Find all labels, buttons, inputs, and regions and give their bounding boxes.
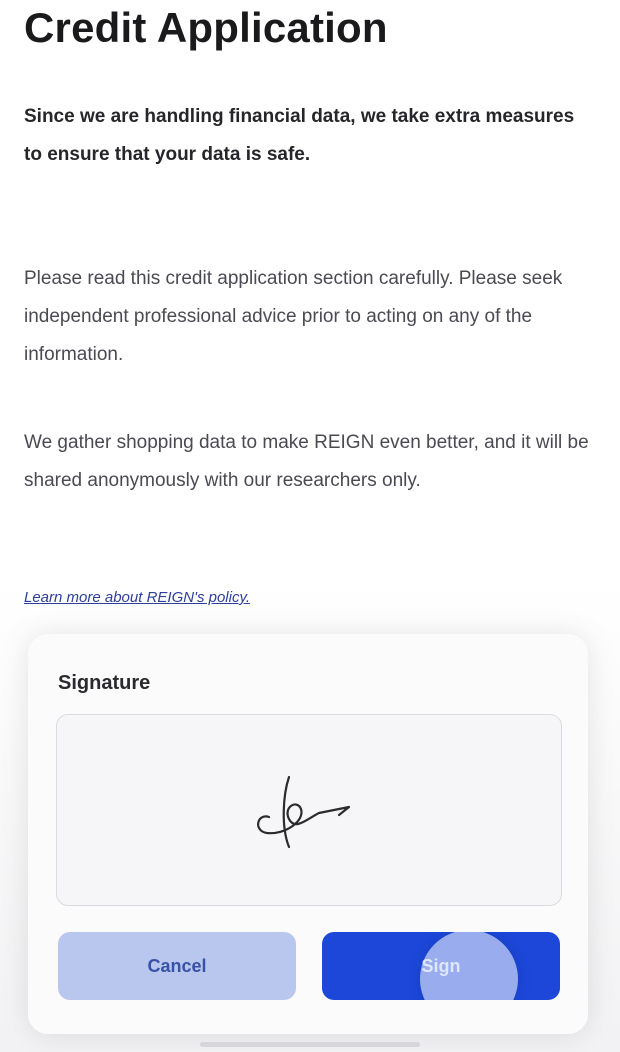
sign-button-label: Sign — [421, 955, 461, 976]
page-title: Credit Application — [24, 4, 388, 51]
sign-button[interactable]: Sign — [322, 932, 560, 1000]
cancel-button-label: Cancel — [147, 955, 207, 976]
signature-pad[interactable] — [56, 714, 562, 906]
intro-text: Since we are handling financial data, we… — [24, 106, 575, 165]
cancel-button[interactable]: Cancel — [58, 932, 296, 1000]
credit-application-screen: Credit Application Since we are handling… — [0, 0, 620, 1052]
signature-label: Signature — [58, 672, 151, 694]
data-sharing-paragraph: We gather shopping data to make REIGN ev… — [24, 432, 589, 491]
policy-link[interactable]: Learn more about REIGN's policy. — [24, 589, 250, 606]
home-indicator[interactable] — [200, 1042, 420, 1047]
signature-stroke — [257, 775, 351, 849]
signature-sheet: Signature Cancel Sign — [28, 634, 588, 1034]
disclaimer-paragraph: Please read this credit application sect… — [24, 268, 563, 365]
